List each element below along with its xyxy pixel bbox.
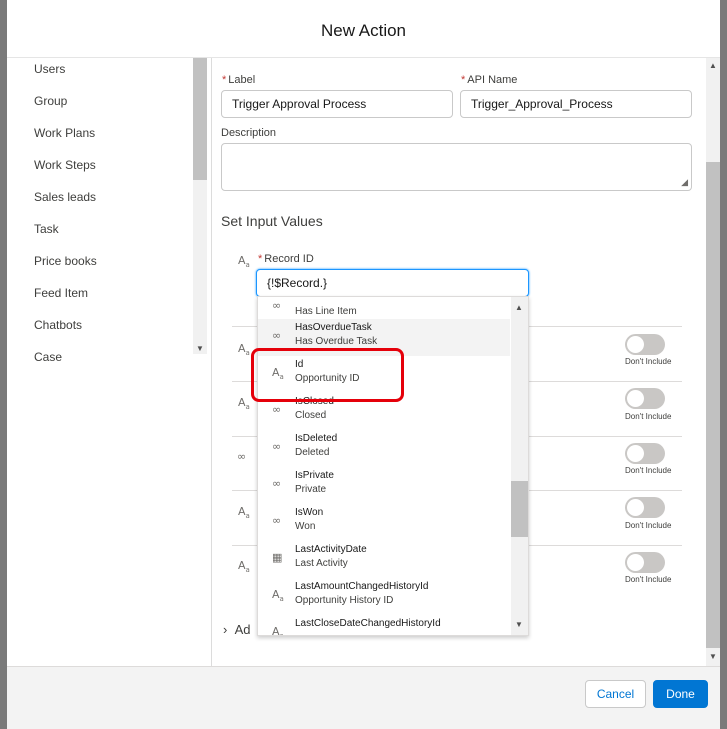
record-id-input[interactable]: {!$Record.}: [256, 269, 529, 297]
option-api-name: LastAmountChangedHistoryId: [295, 581, 429, 592]
resource-picker-dropdown[interactable]: ∞ Has Line Item ∞ HasOverdueTask Has Ove…: [257, 296, 529, 636]
api-name-field-label: * API Name: [461, 74, 518, 86]
toggle-label: Don't Include: [625, 466, 672, 475]
option-label: Private: [295, 484, 327, 495]
text-type-icon: Aa: [238, 254, 250, 270]
scroll-down-arrow-icon[interactable]: ▼: [515, 620, 523, 629]
list-item-work-plans[interactable]: Work Plans: [34, 126, 95, 140]
toggle-label: Don't Include: [625, 575, 672, 584]
list-item-task[interactable]: Task: [34, 222, 59, 236]
option-api-name: HasOverdueTask: [295, 322, 372, 333]
text-type-icon: Aa: [272, 588, 284, 604]
dropdown-option[interactable]: ∞ IsPrivate Private: [258, 467, 510, 504]
left-scrollbar-thumb[interactable]: [193, 58, 207, 180]
scroll-down-arrow-icon[interactable]: ▼: [196, 344, 204, 353]
record-id-field-label: * Record ID: [258, 253, 314, 265]
dropdown-option[interactable]: ▦ LastActivityDate Last Activity: [258, 541, 510, 578]
modal-footer: Cancel Done: [7, 666, 720, 729]
advanced-label: Ad: [234, 622, 251, 637]
include-toggle[interactable]: [625, 443, 665, 464]
option-label: Won: [295, 521, 316, 532]
toggle-label: Don't Include: [625, 357, 672, 366]
option-label: Has Overdue Task: [295, 336, 378, 347]
modal-title: New Action: [320, 21, 407, 40]
text-type-icon: Aa: [272, 625, 284, 636]
label-input[interactable]: Trigger Approval Process: [221, 90, 453, 118]
option-label: Deleted: [295, 447, 330, 458]
text-type-icon: Aa: [238, 396, 250, 412]
label-field-label: * Label: [222, 74, 256, 86]
scroll-up-arrow-icon[interactable]: ▲: [709, 61, 717, 70]
advanced-section-toggle[interactable]: › Ad: [223, 622, 250, 637]
link-icon: ∞: [237, 450, 247, 463]
dropdown-option[interactable]: ∞ IsWon Won: [258, 504, 510, 541]
dropdown-option[interactable]: Aa LastCloseDateChangedHistoryId: [258, 615, 510, 636]
link-icon: ∞: [272, 440, 282, 453]
object-list-panel[interactable]: Users Group Work Plans Work Steps Sales …: [7, 58, 212, 666]
option-label: Opportunity History ID: [295, 595, 394, 606]
api-name-input[interactable]: Trigger_Approval_Process: [460, 90, 692, 118]
list-item-group[interactable]: Group: [34, 94, 67, 108]
option-api-name: LastCloseDateChangedHistoryId: [295, 618, 441, 629]
set-input-values-heading: Set Input Values: [221, 213, 323, 229]
link-icon: ∞: [272, 403, 282, 416]
done-button[interactable]: Done: [653, 680, 708, 708]
include-toggle[interactable]: [625, 552, 665, 573]
dropdown-scrollbar-thumb[interactable]: [511, 481, 528, 537]
dropdown-option[interactable]: ∞ IsDeleted Deleted: [258, 430, 510, 467]
scroll-down-arrow-icon[interactable]: ▼: [709, 652, 717, 661]
list-item-sales-leads[interactable]: Sales leads: [34, 190, 96, 204]
annotation-highlight-box: [251, 348, 404, 402]
option-label: Last Activity: [295, 558, 348, 569]
scroll-up-arrow-icon[interactable]: ▲: [515, 303, 523, 312]
dropdown-scrollbar-track[interactable]: [511, 297, 528, 635]
description-field-label: Description: [221, 127, 277, 139]
option-label: Closed: [295, 410, 327, 421]
option-api-name: LastActivityDate: [295, 544, 367, 555]
calendar-icon: ▦: [272, 551, 283, 564]
option-label: Has Line Item: [295, 306, 357, 317]
link-icon: ∞: [272, 477, 282, 490]
option-api-name: IsDeleted: [295, 433, 338, 444]
link-icon: ∞: [272, 299, 282, 312]
toggle-label: Don't Include: [625, 412, 672, 421]
list-item-chatbots[interactable]: Chatbots: [34, 318, 82, 332]
include-toggle[interactable]: [625, 497, 665, 518]
dropdown-option[interactable]: Aa LastAmountChangedHistoryId Opportunit…: [258, 578, 510, 615]
description-textarea[interactable]: ◢: [221, 143, 692, 191]
modal-header: New Action: [7, 0, 720, 58]
chevron-right-icon: ›: [223, 622, 228, 637]
list-item-users[interactable]: Users: [34, 62, 65, 76]
include-toggle[interactable]: [625, 388, 665, 409]
main-scrollbar-thumb[interactable]: [706, 162, 720, 648]
list-item-feed-item[interactable]: Feed Item: [34, 286, 88, 300]
option-api-name: IsPrivate: [295, 470, 334, 481]
resize-grip-icon[interactable]: ◢: [681, 177, 688, 188]
backdrop-right: [720, 0, 727, 729]
backdrop-left: [0, 0, 7, 729]
list-item-case[interactable]: Case: [34, 350, 62, 364]
cancel-button[interactable]: Cancel: [585, 680, 646, 708]
text-type-icon: Aa: [238, 505, 250, 521]
list-item-work-steps[interactable]: Work Steps: [34, 158, 96, 172]
text-type-icon: Aa: [238, 559, 250, 575]
link-icon: ∞: [272, 329, 282, 342]
list-item-price-books[interactable]: Price books: [34, 254, 97, 268]
option-api-name: IsWon: [295, 507, 324, 518]
link-icon: ∞: [272, 514, 282, 527]
toggle-label: Don't Include: [625, 521, 672, 530]
text-type-icon: Aa: [238, 342, 250, 358]
include-toggle[interactable]: [625, 334, 665, 355]
